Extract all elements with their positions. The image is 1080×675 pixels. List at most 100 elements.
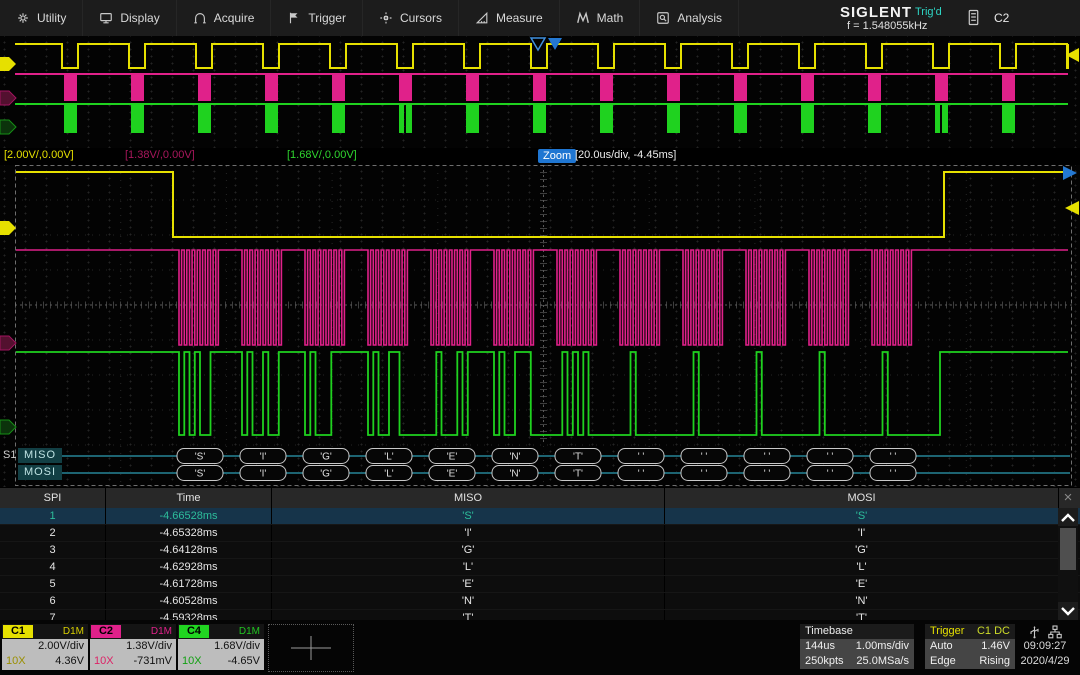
decode-bubble-char: ' ' <box>764 469 771 480</box>
c2-position-marker <box>0 336 16 350</box>
c1-overview-trace <box>15 44 1068 68</box>
zoom-badge[interactable]: Zoom <box>538 149 576 163</box>
analysis-icon <box>656 11 670 25</box>
trigger-delay-marker <box>531 38 545 50</box>
decode-bubble-char: ' ' <box>638 452 645 463</box>
display-icon <box>99 11 113 25</box>
column-header-mosi[interactable]: MOSI <box>665 488 1059 508</box>
menu-item-cursors[interactable]: Cursors <box>363 0 459 36</box>
decode-bubble-char: 'E' <box>447 469 458 480</box>
gear-icon <box>16 11 30 25</box>
crosshair-icon <box>269 625 353 671</box>
decode-bubble-char: ' ' <box>701 469 708 480</box>
active-channel-indicator[interactable]: C2 <box>994 11 1009 25</box>
trigger-slope: Rising <box>979 654 1010 669</box>
c1-position-marker <box>0 221 16 235</box>
decode-bubble-char: 'N' <box>509 469 520 480</box>
lan-icon <box>1048 625 1062 639</box>
c2-zoom-trace <box>16 250 1068 345</box>
table-scrollbar[interactable] <box>1058 508 1078 620</box>
c2-scale-label[interactable]: [1.38V/,0.00V] <box>125 149 195 161</box>
bus-list-icon[interactable] <box>966 9 981 31</box>
overview-waveforms <box>0 36 1080 148</box>
table-row[interactable]: 6-4.60528ms 'N''N' <box>0 593 1080 610</box>
decode-bubble-char: ' ' <box>890 469 897 480</box>
c1-badge[interactable]: C1 <box>3 625 33 638</box>
c1-position-marker <box>0 57 16 71</box>
decode-bubble-char: ' ' <box>764 452 771 463</box>
decode-bubble-char: 'I' <box>260 452 267 463</box>
c4-badge[interactable]: C4 <box>179 625 209 638</box>
math-icon <box>576 11 590 25</box>
menu-item-label: Acquire <box>214 11 255 25</box>
trigger-source: C1 DC <box>977 624 1010 639</box>
table-row[interactable]: 1-4.66528ms 'S''S' <box>0 508 1080 525</box>
menu-item-acquire[interactable]: Acquire <box>177 0 272 36</box>
decode-bubble-char: ' ' <box>638 469 645 480</box>
decode-bubble-char: 'S' <box>195 452 206 463</box>
menu-item-label: Utility <box>37 11 66 25</box>
offscreen-right-marker <box>1063 166 1077 180</box>
trigger-level: 1.46V <box>981 639 1010 654</box>
c4-scale-label[interactable]: [1.68V/,0.00V] <box>287 149 357 161</box>
menu-item-label: Math <box>597 11 624 25</box>
table-row[interactable]: 2-4.65328ms 'I''I' <box>0 525 1080 542</box>
menu-item-measure[interactable]: Measure <box>459 0 560 36</box>
menu-item-analysis[interactable]: Analysis <box>640 0 739 36</box>
menu-item-label: Cursors <box>400 11 442 25</box>
column-header-spi[interactable]: SPI <box>0 488 106 508</box>
decode-bubble-char: 'G' <box>320 452 332 463</box>
decode-bubble-char: ' ' <box>827 452 834 463</box>
scroll-down-icon[interactable] <box>1058 602 1078 620</box>
channel-box-c2[interactable]: C2D1M 1.38V/div 10X-731mV <box>90 624 176 670</box>
trigger-title: Trigger <box>930 624 964 639</box>
table-row[interactable]: 3-4.64128ms 'G''G' <box>0 542 1080 559</box>
trigger-box[interactable]: TriggerC1 DC Auto1.46V EdgeRising <box>925 624 1015 669</box>
c1-coupling: D1M <box>63 626 84 637</box>
timebase-delay: 144us <box>805 639 835 654</box>
decode-bubble-char: 'T' <box>573 469 583 480</box>
timebase-title: Timebase <box>805 624 853 639</box>
menu-item-display[interactable]: Display <box>83 0 176 36</box>
table-row[interactable]: 5-4.61728ms 'E''E' <box>0 576 1080 593</box>
c4-coupling: D1M <box>239 626 260 637</box>
acquisition-overview-window[interactable] <box>0 36 1080 149</box>
miso-decode-label[interactable]: MISO <box>18 448 62 463</box>
menu-item-label: Trigger <box>308 11 346 25</box>
decode-bubble-char: 'E' <box>447 452 458 463</box>
decode-bubble-char: 'T' <box>573 452 583 463</box>
mosi-decode-label[interactable]: MOSI <box>18 465 62 480</box>
c2-probe: 10X <box>94 654 114 669</box>
menu-item-trigger[interactable]: Trigger <box>271 0 363 36</box>
column-header-time[interactable]: Time <box>106 488 272 508</box>
timebase-points: 250kpts <box>805 654 844 669</box>
zoom-scale-label: [20.0us/div, -4.45ms] <box>575 149 676 161</box>
c1-scale-label[interactable]: [2.00V/,0.00V] <box>4 149 74 161</box>
channel-box-c1[interactable]: C1D1M 2.00V/div 10X4.36V <box>2 624 88 670</box>
zoom-waveforms: 'S' 'I' 'G' 'L' 'E' 'N' 'T' ' ' ' ' ' ' ' ' ' ' 'S' '… <box>0 165 1080 487</box>
c2-badge[interactable]: C2 <box>91 625 121 638</box>
empty-channel-slot[interactable] <box>268 624 354 672</box>
decode-bubble-char: 'I' <box>260 469 267 480</box>
trigger-mode: Auto <box>930 639 953 654</box>
decode-result-table: SPI Time MISO MOSI 1-4.66528ms 'S''S' 2-… <box>0 488 1080 620</box>
table-row[interactable]: 4-4.62928ms 'L''L' <box>0 559 1080 576</box>
decode-bubble-char: 'L' <box>384 469 393 480</box>
decode-bus-label: S1 <box>3 449 16 461</box>
channel-box-c4[interactable]: C4D1M 1.68V/div 10X-4.65V <box>178 624 264 670</box>
c2-scale: 1.38V/div <box>126 639 172 654</box>
decode-bubble-char: 'L' <box>384 452 393 463</box>
c1-offset: 4.36V <box>55 654 84 669</box>
scrollbar-thumb[interactable] <box>1060 528 1076 570</box>
column-header-miso[interactable]: MISO <box>272 488 665 508</box>
menu-item-label: Analysis <box>677 11 722 25</box>
decode-bubble-char: 'G' <box>320 469 332 480</box>
siglent-logo: SIGLENT <box>840 4 912 21</box>
decode-bubble-char: 'S' <box>195 469 206 480</box>
scroll-up-icon[interactable] <box>1058 508 1078 526</box>
timebase-box[interactable]: Timebase 144us1.00ms/div 250kpts25.0MSa/… <box>800 624 914 669</box>
zoom-waveform-window[interactable]: 'S' 'I' 'G' 'L' 'E' 'N' 'T' ' ' ' ' ' ' ' ' ' ' 'S' '… <box>0 165 1080 487</box>
close-icon[interactable]: × <box>1058 488 1078 508</box>
menu-item-utility[interactable]: Utility <box>0 0 83 36</box>
menu-item-math[interactable]: Math <box>560 0 641 36</box>
